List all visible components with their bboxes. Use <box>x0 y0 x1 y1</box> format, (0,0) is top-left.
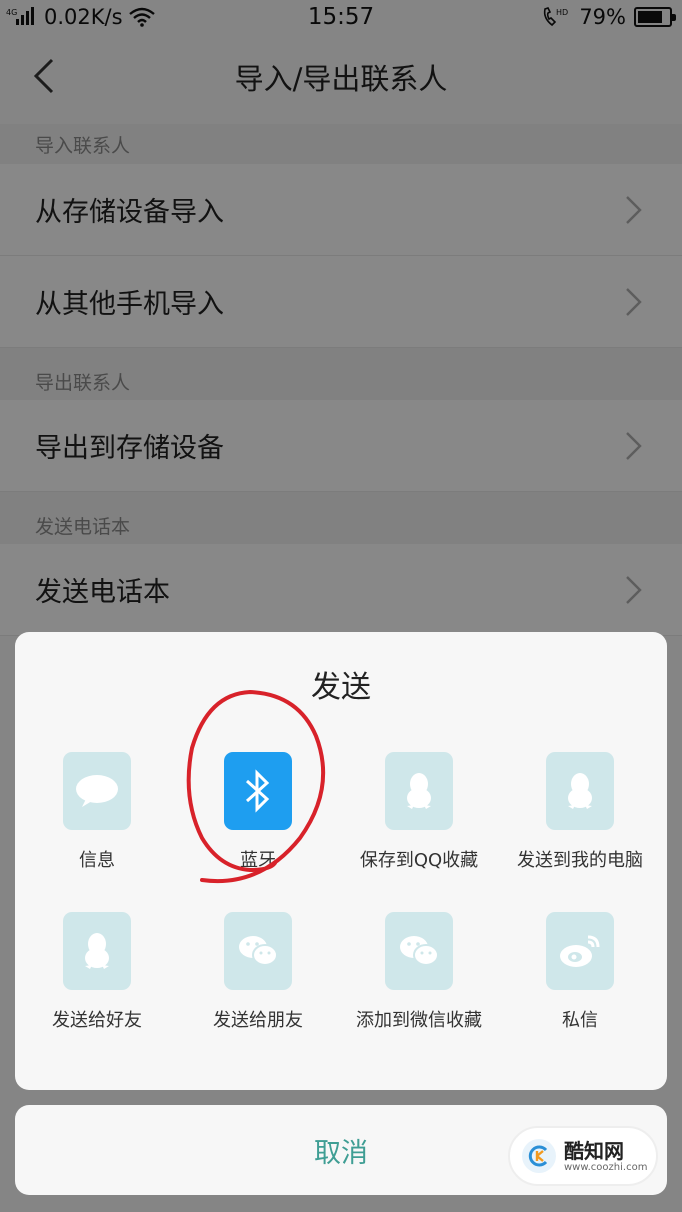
share-item-label: 发送给好友 <box>52 1010 142 1031</box>
qq-icon <box>63 912 131 990</box>
share-item-label: 发送到我的电脑 <box>517 850 643 871</box>
share-item-qq-friend[interactable]: 发送给好友 <box>17 912 177 1034</box>
message-bubble-icon <box>63 752 131 830</box>
share-item-bluetooth[interactable]: 蓝牙 <box>178 752 338 874</box>
share-item-wechat-friend[interactable]: 发送给朋友 <box>178 912 338 1034</box>
share-sheet: 发送 信息 蓝牙 保存到QQ收藏 发送到我的电脑 发送给好友 发送给朋友 添加到… <box>15 632 667 1090</box>
share-item-label: 信息 <box>79 850 115 871</box>
weibo-icon <box>546 912 614 990</box>
share-item-label: 添加到微信收藏 <box>356 1010 482 1031</box>
bluetooth-icon <box>224 752 292 830</box>
watermark: 酷知网 www.coozhi.com <box>508 1126 658 1186</box>
share-item-qq-favorites[interactable]: 保存到QQ收藏 <box>339 752 499 874</box>
wechat-icon <box>224 912 292 990</box>
watermark-text: 酷知网 www.coozhi.com <box>564 1140 647 1173</box>
wechat-icon <box>385 912 453 990</box>
share-item-label: 发送给朋友 <box>213 1010 303 1031</box>
share-item-my-computer[interactable]: 发送到我的电脑 <box>500 752 660 874</box>
qq-icon <box>546 752 614 830</box>
share-sheet-title: 发送 <box>311 670 371 705</box>
share-item-label: 私信 <box>562 1010 598 1031</box>
qq-icon <box>385 752 453 830</box>
share-item-weibo-dm[interactable]: 私信 <box>500 912 660 1034</box>
share-item-wechat-favorites[interactable]: 添加到微信收藏 <box>339 912 499 1034</box>
watermark-name: 酷知网 <box>564 1138 624 1163</box>
share-item-message[interactable]: 信息 <box>17 752 177 874</box>
watermark-logo-icon <box>522 1139 556 1173</box>
share-item-label: 保存到QQ收藏 <box>359 850 479 871</box>
share-item-label: 蓝牙 <box>240 850 276 871</box>
watermark-url: www.coozhi.com <box>564 1161 648 1173</box>
